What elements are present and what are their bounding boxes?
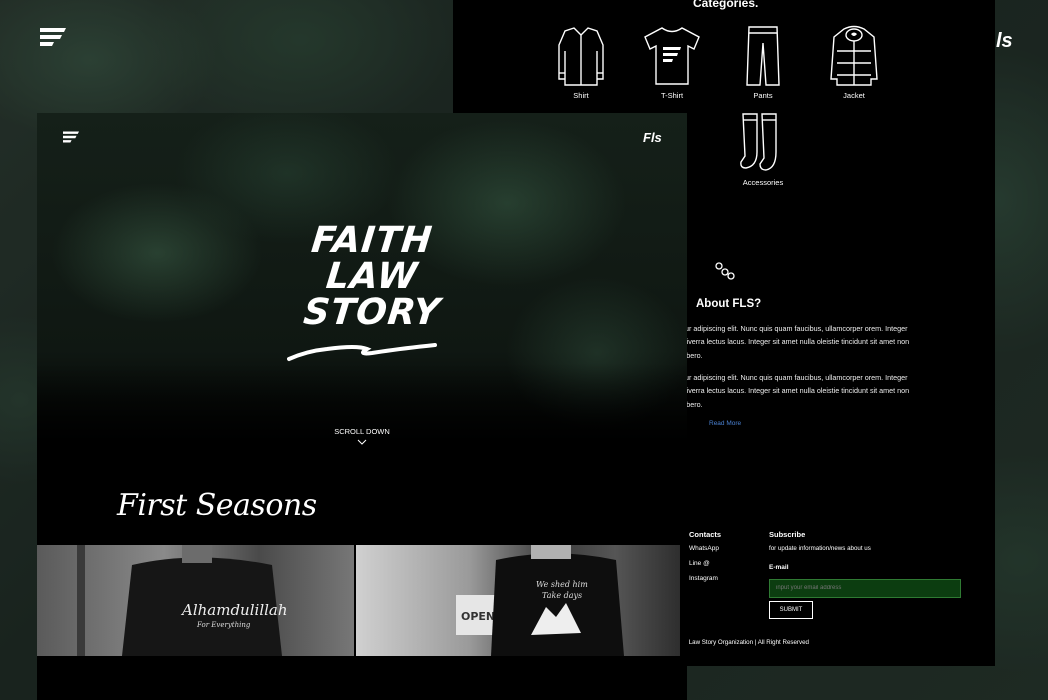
chain-link-icon [715,262,735,280]
section-title: First Seasons [117,488,317,523]
subscribe-title: Subscribe [769,530,806,539]
jacket-icon [830,25,878,86]
home-page: Fls FAITH LAW STORY SCROLL DOWN First Se… [37,113,687,700]
svg-text:OPEN: OPEN [461,610,495,623]
chevron-down-icon [357,439,367,445]
category-tshirt[interactable]: T-Shirt [637,25,707,100]
about-title: About FLS? [696,298,762,310]
categories-title: Categories. [693,0,759,10]
tshirt-model-photo: OPEN We shed him Take days [456,545,624,656]
brand-logo-icon [40,28,66,51]
fls-logo-text[interactable]: Fls [643,130,662,145]
submit-button[interactable]: SUBMIT [769,600,813,619]
subscribe-section: Subscribe for update information/news ab… [769,530,969,619]
contact-line-link[interactable]: Line @ [689,560,721,567]
email-label: E-mail [769,564,789,571]
svg-text:Take days: Take days [542,591,582,600]
category-label: Jacket [843,91,865,100]
product-photo[interactable]: OPEN We shed him Take days [356,545,680,656]
scroll-down-label: SCROLL DOWN [334,427,390,436]
tshirt-model-photo: Alhamdulillah For Everything [77,545,288,656]
category-label: T-Shirt [660,91,684,100]
contact-whatsapp-link[interactable]: WhatsApp [689,545,721,552]
brand-line: LAW [324,256,420,297]
brand-logo-icon[interactable] [63,131,79,143]
pants-icon [746,26,780,86]
copyright-text: aith Law Story Organization | All Right … [677,639,809,646]
product-photo[interactable]: Alhamdulillah For Everything [37,545,354,656]
category-label: Pants [753,91,773,100]
svg-text:Alhamdulillah: Alhamdulillah [180,601,288,619]
svg-text:We shed him: We shed him [536,580,588,589]
brand-line: STORY [301,292,443,333]
socks-icon [740,113,777,171]
category-accessories[interactable]: Accessories [728,112,798,187]
contacts-section: Contacts WhatsApp Line @ Instagram [689,530,721,590]
category-label: Accessories [742,178,784,187]
category-pants[interactable]: Pants [728,25,798,100]
hero-section: Fls FAITH LAW STORY SCROLL DOWN [37,113,687,453]
brush-swoosh-icon [287,343,437,361]
category-label: Shirt [573,91,589,100]
category-shirt[interactable]: Shirt [546,25,616,100]
read-more-link[interactable]: Read More [709,420,741,427]
category-jacket[interactable]: Jacket [819,25,889,100]
tshirt-icon [644,27,700,85]
about-paragraph: tur adipiscing elit. Nunc quis quam fauc… [683,373,910,409]
brand-wordmark: FAITH LAW STORY [297,220,447,333]
email-field[interactable] [769,578,961,598]
svg-text:For Everything: For Everything [196,621,251,629]
contacts-title: Contacts [689,530,722,539]
subscribe-description: for update information/news about us [769,545,871,552]
about-paragraph: tur adipiscing elit. Nunc quis quam fauc… [683,324,910,360]
scroll-down-button[interactable]: SCROLL DOWN [327,427,397,445]
fls-logo-text: ls [996,30,1013,52]
brand-line: FAITH [309,220,435,261]
shirt-icon [558,27,604,86]
contact-instagram-link[interactable]: Instagram [689,575,721,582]
